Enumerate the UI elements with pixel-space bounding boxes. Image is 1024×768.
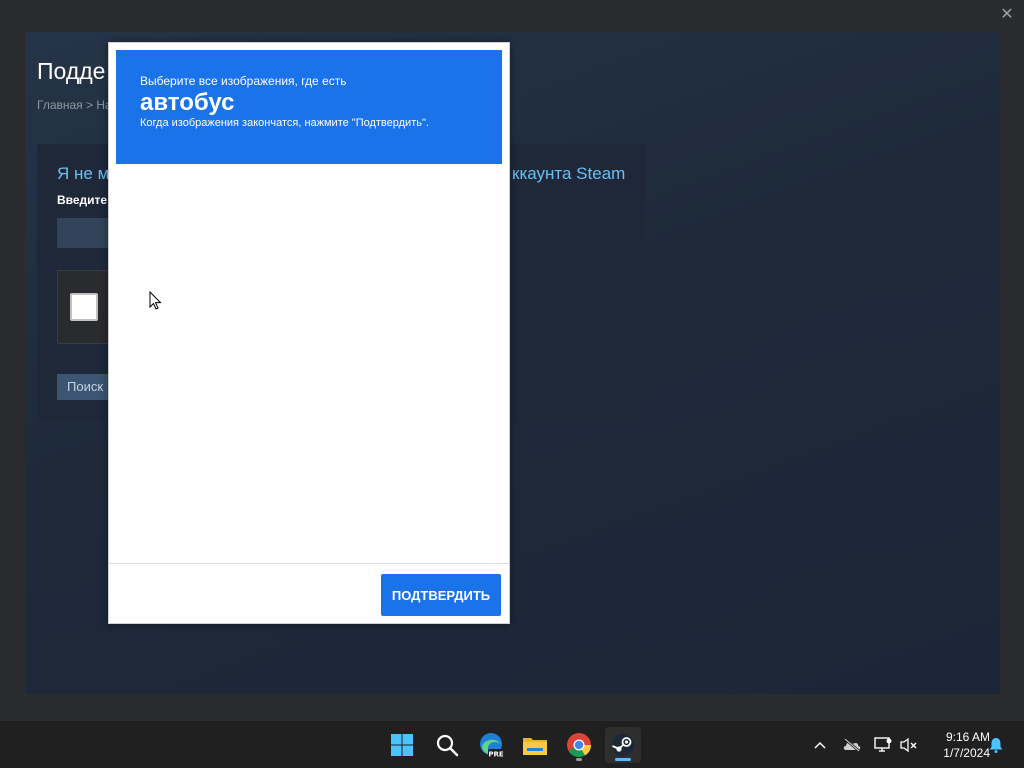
captcha-instruction: Выберите все изображения, где есть — [140, 74, 347, 88]
start-icon[interactable] — [384, 727, 420, 763]
network-icon[interactable] — [872, 721, 894, 768]
file-explorer-icon[interactable] — [517, 727, 553, 763]
speaker-muted-icon[interactable] — [898, 721, 920, 768]
search-icon[interactable] — [429, 727, 465, 763]
system-clock[interactable]: 9:16 AM 1/7/2024 — [924, 729, 990, 761]
clock-date: 1/7/2024 — [943, 746, 990, 760]
chrome-icon[interactable] — [561, 727, 597, 763]
edge-icon[interactable]: PRE — [473, 727, 509, 763]
captcha-header: Выберите все изображения, где есть автоб… — [116, 50, 502, 164]
mouse-cursor-icon — [149, 291, 162, 310]
edge-badge-label: PRE — [488, 751, 504, 759]
close-window-button[interactable]: ✕ — [998, 6, 1016, 24]
panel-heading-continued: ккаунта Steam — [512, 164, 626, 183]
recaptcha-checkbox[interactable] — [70, 293, 98, 321]
verify-button[interactable]: ПОДТВЕРДИТЬ — [381, 574, 501, 616]
captcha-dialog: Выберите все изображения, где есть автоб… — [108, 42, 510, 624]
panel-heading: Я не м — [57, 164, 110, 183]
chevron-up-icon[interactable] — [810, 721, 830, 768]
captcha-sub-instruction: Когда изображения закончатся, нажмите "П… — [140, 117, 429, 129]
page-title: Подде — [37, 58, 106, 84]
steam-icon[interactable] — [605, 727, 641, 763]
taskbar: PRE 9:16 AM 1/7/2024 — [0, 720, 1024, 768]
captcha-image-grid[interactable] — [116, 164, 502, 562]
captcha-target-word: автобус — [140, 89, 235, 116]
captcha-footer: ПОДТВЕРДИТЬ — [109, 563, 509, 623]
clock-time: 9:16 AM — [945, 730, 990, 744]
notification-bell-icon[interactable] — [986, 721, 1006, 768]
onedrive-offline-icon[interactable] — [840, 721, 864, 768]
breadcrumb[interactable]: Главная > На — [37, 98, 112, 112]
panel-hint: Введите — [57, 193, 108, 207]
